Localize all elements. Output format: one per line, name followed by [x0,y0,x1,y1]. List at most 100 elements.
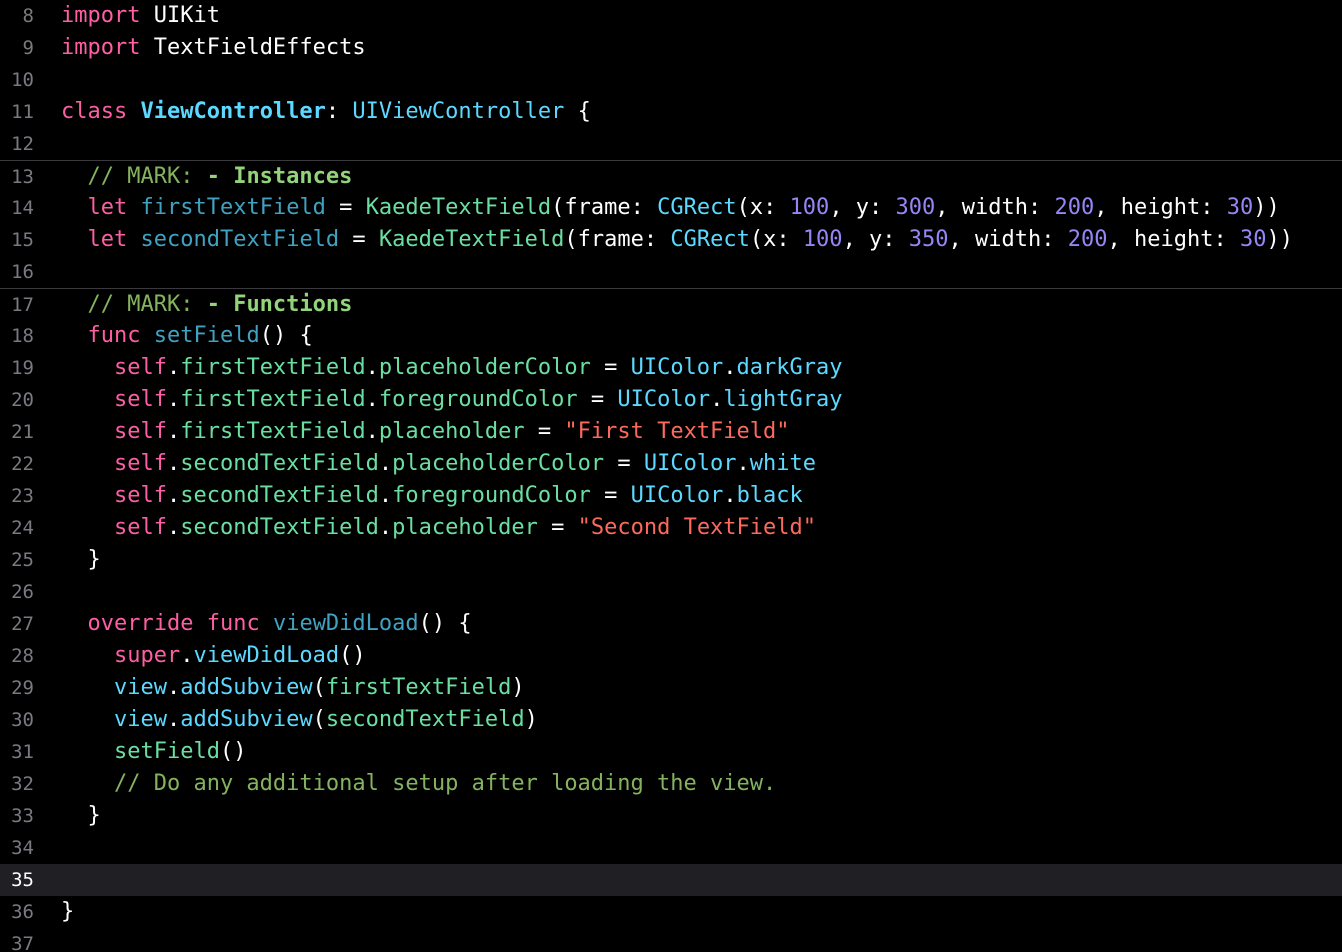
code-line[interactable]: 11 class ViewController: UIViewController… [0,96,1342,128]
line-number: 11 [11,101,34,123]
code-token: foregroundColor [378,387,578,412]
code-line[interactable]: 23 self.secondTextField.foregroundColor … [0,480,1342,512]
code-line[interactable]: 8 import UIKit [0,0,1342,32]
line-number: 9 [22,37,34,59]
code-token: { [564,99,591,124]
code-token: let [87,195,128,220]
line-number: 13 [11,166,34,188]
line-number: 12 [11,133,34,155]
code-token: setField [113,739,220,764]
code-line[interactable]: 15 let secondTextField = KaedeTextField(… [0,224,1342,256]
code-line[interactable]: 26 [0,576,1342,608]
code-line[interactable]: 24 self.secondTextField.placeholder = "S… [0,512,1342,544]
code-line[interactable]: 18 func setField() { [0,320,1342,352]
code-token: )) [1266,227,1293,252]
code-token: (x: [736,195,790,220]
code-line[interactable]: 13 // MARK: - Instances [0,160,1342,193]
code-text: // Do any additional setup after loading… [61,768,776,800]
code-line[interactable]: 25 } [0,544,1342,576]
code-line[interactable]: 21 self.firstTextField.placeholder = "Fi… [0,416,1342,448]
code-line[interactable]: 34 [0,832,1342,864]
code-line[interactable]: 10 [0,64,1342,96]
code-token: UIColor [643,451,737,476]
code-token: . [710,387,724,412]
code-token: ( [312,707,326,732]
code-token: black [736,483,803,508]
code-line[interactable]: 36} [0,896,1342,928]
code-line[interactable]: 14 let firstTextField = KaedeTextField(f… [0,192,1342,224]
line-number: 37 [11,933,34,952]
code-token: setField [153,323,260,348]
code-line[interactable]: 35 [0,864,1342,896]
code-token: () [339,643,366,668]
code-editor[interactable]: 8 import UIKit 9 import TextFieldEffects 10 1… [0,0,1342,952]
code-token: UIColor [617,387,711,412]
code-line[interactable]: 31 setField() [0,736,1342,768]
code-token: viewDidLoad [193,643,340,668]
code-line[interactable]: 17 // MARK: - Functions [0,288,1342,321]
code-line[interactable]: 12 [0,128,1342,160]
code-token: secondTextField [180,515,379,540]
code-token: . [365,355,379,380]
code-token: self [113,515,167,540]
line-number: 19 [11,357,34,379]
code-line[interactable]: 9 import TextFieldEffects [0,32,1342,64]
code-line[interactable]: 29 view.addSubview(firstTextField) [0,672,1342,704]
code-line[interactable]: 30 view.addSubview(secondTextField) [0,704,1342,736]
code-token: (frame: [564,227,671,252]
code-token: = [590,355,631,380]
code-token: CGRect [670,227,750,252]
code-token: KaedeTextField [365,195,552,220]
code-line[interactable]: 33 } [0,800,1342,832]
line-number: 31 [11,741,34,763]
line-number: 29 [11,677,34,699]
code-token: white [749,451,817,476]
code-token: addSubview [180,675,313,700]
code-token: firstTextField [180,387,366,412]
code-token: 300 [895,195,936,220]
code-line[interactable]: 20 self.firstTextField.foregroundColor =… [0,384,1342,416]
line-number: 25 [11,549,34,571]
code-text: class ViewController: UIViewController { [61,96,591,128]
code-token: , y: [842,227,909,252]
line-number: 15 [11,229,34,251]
code-token: func [87,323,141,348]
code-token: () [219,739,247,764]
code-token: . [166,451,181,476]
code-token: override [87,611,194,636]
code-text: } [61,896,74,928]
code-line[interactable]: 37 [0,928,1342,952]
code-token: )) [1253,195,1280,220]
code-token: class [61,99,128,124]
line-number: 18 [11,325,34,347]
code-text: self.secondTextField.placeholder = "Seco… [61,512,816,544]
code-token: () { [418,611,472,636]
code-token: 200 [1054,195,1095,220]
code-line[interactable]: 28 super.viewDidLoad() [0,640,1342,672]
code-line[interactable]: 16 [0,256,1342,288]
code-token: UIKit [140,3,220,28]
code-text: override func viewDidLoad() { [61,608,472,640]
code-token: . [723,483,737,508]
line-number: 8 [22,5,34,27]
code-line[interactable]: 19 self.firstTextField.placeholderColor … [0,352,1342,384]
code-line[interactable]: 32 // Do any additional setup after load… [0,768,1342,800]
code-token: self [113,355,167,380]
line-number: 10 [11,69,34,91]
line-number: 34 [11,837,34,859]
code-line[interactable]: 27 override func viewDidLoad() { [0,608,1342,640]
code-text: view.addSubview(secondTextField) [61,704,538,736]
line-number: 35 [11,869,34,891]
line-number: 17 [11,294,34,316]
code-line[interactable]: 22 self.secondTextField.placeholderColor… [0,448,1342,480]
code-token: . [736,451,750,476]
